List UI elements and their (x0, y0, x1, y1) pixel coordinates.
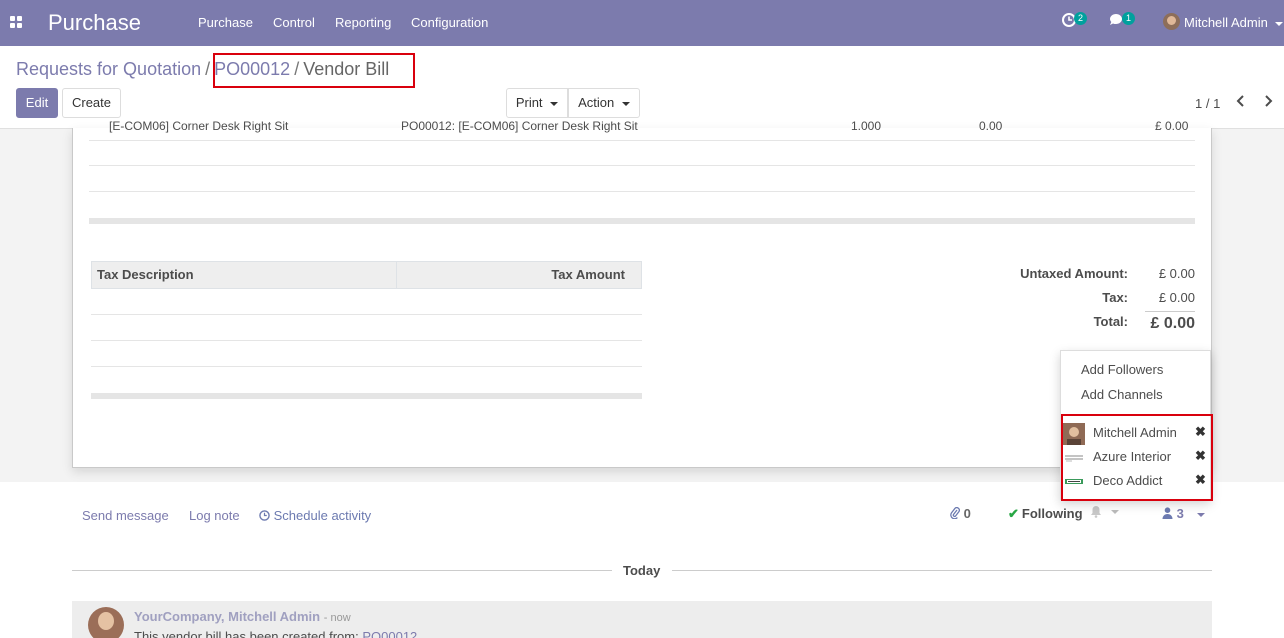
following-label: Following (1021, 506, 1083, 521)
table-row-divider (89, 165, 1195, 166)
highlight-followers-list (1061, 414, 1213, 501)
pager-previous-icon[interactable] (1236, 94, 1246, 113)
menu-reporting[interactable]: Reporting (335, 15, 391, 30)
message-count-badge: 1 (1122, 12, 1135, 25)
top-navbar: Purchase Purchase Control Reporting Conf… (0, 0, 1284, 46)
tax-value: £ 0.00 (1158, 290, 1195, 305)
form-sheet: [E-COM06] Corner Desk Right Sit PO00012:… (72, 119, 1212, 468)
chevron-down-icon (621, 101, 630, 106)
clock-icon (259, 509, 270, 524)
breadcrumb-separator: / (205, 59, 211, 79)
log-note-button[interactable]: Log note (189, 508, 240, 523)
tax-label: Tax: (1102, 290, 1128, 305)
message-text: This vendor bill has been created from: (134, 629, 359, 638)
chevron-down-icon (550, 101, 559, 106)
timeline-divider (672, 570, 1212, 571)
followers-button[interactable]: 3 (1162, 506, 1206, 522)
print-button[interactable]: Print (506, 88, 568, 118)
message-author-line: YourCompany, Mitchell Admin - now (134, 609, 351, 624)
timeline-divider (72, 570, 612, 571)
action-label: Action (578, 95, 615, 110)
action-button[interactable]: Action (568, 88, 640, 118)
col-tax-description: Tax Description (92, 262, 397, 288)
check-icon: ✔ (1008, 506, 1019, 521)
user-avatar[interactable] (1163, 13, 1180, 30)
line-description[interactable]: PO00012: [E-COM06] Corner Desk Right Sit (401, 119, 638, 133)
attachments-count: 0 (963, 506, 971, 521)
message-record-link[interactable]: PO00012 (362, 629, 417, 638)
message-body: This vendor bill has been created from: … (134, 629, 417, 638)
table-row-divider (89, 191, 1195, 192)
menu-control[interactable]: Control (273, 15, 315, 30)
add-followers-item[interactable]: Add Followers (1081, 362, 1163, 377)
message-author[interactable]: YourCompany, Mitchell Admin (134, 609, 320, 624)
today-label: Today (623, 563, 661, 578)
user-icon (1162, 507, 1173, 522)
message-date: - now (323, 612, 351, 624)
breadcrumb-requests-for-quotation[interactable]: Requests for Quotation (16, 59, 201, 79)
schedule-activity-button[interactable]: Schedule activity (259, 508, 371, 524)
chevron-down-icon (1275, 21, 1284, 26)
chatter-message: YourCompany, Mitchell Admin - now This v… (72, 601, 1212, 638)
tax-row-divider (91, 314, 642, 315)
attachments-button[interactable]: 0 (950, 506, 971, 522)
total-label: Total: (1093, 314, 1128, 329)
add-channels-item[interactable]: Add Channels (1081, 387, 1163, 402)
user-menu[interactable]: Mitchell Admin (1184, 15, 1284, 30)
send-message-button[interactable]: Send message (82, 508, 169, 523)
print-label: Print (515, 95, 543, 110)
app-title[interactable]: Purchase (48, 10, 141, 36)
pager-value[interactable]: 1 / 1 (1195, 96, 1220, 111)
col-tax-amount: Tax Amount (551, 267, 625, 282)
pager-next-icon[interactable] (1263, 94, 1273, 113)
apps-menu-icon[interactable] (10, 16, 23, 29)
message-author-avatar[interactable] (88, 607, 124, 638)
paperclip-icon (950, 507, 960, 522)
subscription-chevron-down-icon[interactable] (1111, 510, 1119, 514)
menu-configuration[interactable]: Configuration (411, 15, 488, 30)
line-subtotal[interactable]: £ 0.00 (1155, 119, 1188, 133)
activity-count-badge: 2 (1074, 12, 1087, 25)
table-footer (89, 218, 1195, 224)
bell-icon[interactable] (1090, 505, 1102, 521)
tax-row-divider (91, 340, 642, 341)
table-row-divider (89, 140, 1195, 141)
user-name: Mitchell Admin (1184, 15, 1268, 30)
schedule-activity-label: Schedule activity (273, 508, 372, 523)
chevron-down-icon (1197, 512, 1206, 517)
untaxed-amount-label: Untaxed Amount: (1020, 266, 1128, 281)
tax-table: Tax Description Tax Amount (91, 261, 642, 289)
tax-table-footer (91, 393, 642, 399)
line-quantity[interactable]: 1.000 (851, 119, 881, 133)
line-price[interactable]: 0.00 (979, 119, 1002, 133)
tax-row-divider (91, 366, 642, 367)
menu-purchase[interactable]: Purchase (198, 15, 253, 30)
total-value: £ 0.00 (1150, 315, 1195, 332)
edit-button[interactable]: Edit (16, 88, 58, 118)
create-button[interactable]: Create (62, 88, 121, 118)
total-divider (1145, 311, 1195, 312)
highlight-breadcrumb (213, 53, 415, 88)
tax-table-header: Tax Description Tax Amount (91, 261, 642, 289)
following-button[interactable]: ✔ Following (1008, 506, 1083, 522)
untaxed-amount-value: £ 0.00 (1158, 266, 1195, 281)
line-product[interactable]: [E-COM06] Corner Desk Right Sit (109, 119, 288, 133)
followers-count: 3 (1176, 506, 1184, 521)
